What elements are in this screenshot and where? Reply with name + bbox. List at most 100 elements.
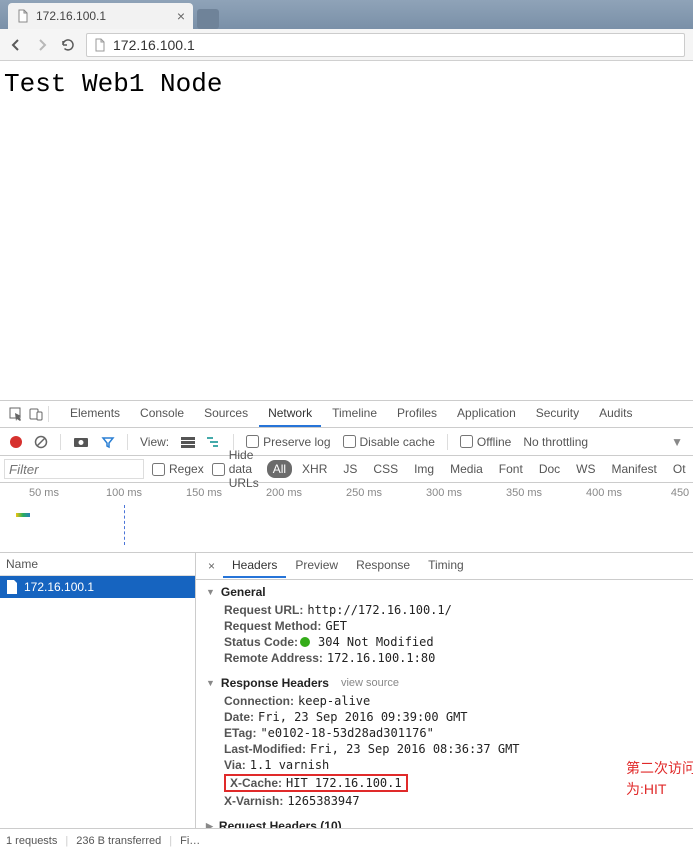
response-headers-section: ▼ Response Headers view source Connectio… — [196, 671, 693, 814]
timeline-bar — [16, 513, 30, 517]
address-bar: 172.16.100.1 — [0, 29, 693, 61]
devtools-tab-elements[interactable]: Elements — [61, 401, 129, 427]
page-text: Test Web1 Node — [4, 69, 222, 99]
close-tab-icon[interactable]: × — [177, 8, 185, 24]
back-button[interactable] — [8, 37, 24, 53]
view-label: View: — [140, 435, 169, 449]
filter-type-js[interactable]: JS — [337, 460, 363, 478]
reload-button[interactable] — [60, 37, 76, 53]
separator — [127, 434, 128, 450]
header-row: Last-Modified: Fri, 23 Sep 2016 08:36:37… — [206, 741, 685, 757]
request-detail-pane: × HeadersPreviewResponseTiming ▼ General… — [196, 553, 693, 828]
devtools-status-bar: 1 requests | 236 B transferred | Fi… — [0, 828, 693, 853]
status-finish: Fi… — [180, 835, 200, 847]
devtools-tab-profiles[interactable]: Profiles — [388, 401, 446, 427]
page-icon — [93, 38, 107, 52]
detail-tab-response[interactable]: Response — [347, 554, 419, 578]
regex-checkbox[interactable]: Regex — [152, 462, 204, 476]
devtools-tabbar: ElementsConsoleSourcesNetworkTimelinePro… — [0, 401, 693, 428]
status-requests: 1 requests — [6, 835, 57, 847]
record-button[interactable] — [10, 436, 22, 448]
dropdown-arrow-icon[interactable]: ▼ — [671, 435, 683, 449]
filter-type-xhr[interactable]: XHR — [296, 460, 333, 478]
tab-title: 172.16.100.1 — [36, 9, 106, 23]
devtools-tab-network[interactable]: Network — [259, 401, 321, 427]
page-body: Test Web1 Node — [0, 61, 693, 400]
timeline-tick: 450 — [671, 487, 689, 499]
collapse-icon: ▼ — [206, 678, 215, 688]
detail-tab-preview[interactable]: Preview — [286, 554, 347, 578]
header-row: X-Cache: HIT 172.16.100.1 — [206, 773, 685, 793]
request-name: 172.16.100.1 — [24, 580, 94, 594]
status-transferred: 236 B transferred — [76, 835, 161, 847]
request-row[interactable]: 172.16.100.1 — [0, 576, 195, 598]
inspect-element-icon[interactable] — [8, 406, 24, 422]
device-toggle-icon[interactable] — [28, 406, 44, 422]
filter-type-css[interactable]: CSS — [367, 460, 404, 478]
filter-type-font[interactable]: Font — [493, 460, 529, 478]
expand-icon: ▶ — [206, 821, 213, 829]
detail-tab-timing[interactable]: Timing — [419, 554, 473, 578]
forward-button[interactable] — [34, 37, 50, 53]
network-timeline[interactable]: 50 ms100 ms150 ms200 ms250 ms300 ms350 m… — [0, 483, 693, 553]
large-rows-icon[interactable] — [181, 436, 195, 448]
timeline-tick: 200 ms — [266, 487, 302, 499]
capture-screenshots-icon[interactable] — [73, 436, 89, 448]
header-row: Date: Fri, 23 Sep 2016 09:39:00 GMT — [206, 709, 685, 725]
devtools-panel: ElementsConsoleSourcesNetworkTimelinePro… — [0, 400, 693, 853]
network-toolbar: View: Preserve log Disable cache Offline… — [0, 428, 693, 456]
header-row: Via: 1.1 varnish — [206, 757, 685, 773]
filter-type-media[interactable]: Media — [444, 460, 489, 478]
waterfall-icon[interactable] — [207, 436, 221, 448]
network-filter-bar: Regex Hide data URLs AllXHRJSCSSImgMedia… — [0, 456, 693, 483]
header-row: ETag: "e0102-18-53d28ad301176" — [206, 725, 685, 741]
devtools-tab-console[interactable]: Console — [131, 401, 193, 427]
filter-type-ws[interactable]: WS — [570, 460, 601, 478]
devtools-tab-timeline[interactable]: Timeline — [323, 401, 386, 427]
devtools-tab-sources[interactable]: Sources — [195, 401, 257, 427]
url-input[interactable]: 172.16.100.1 — [86, 33, 685, 57]
filter-type-ot[interactable]: Ot — [667, 460, 692, 478]
request-headers-header[interactable]: ▶ Request Headers (10) — [206, 819, 685, 828]
devtools-tab-security[interactable]: Security — [527, 401, 588, 427]
view-source-link[interactable]: view source — [341, 677, 399, 689]
timeline-tick: 300 ms — [426, 487, 462, 499]
timeline-load-line — [124, 505, 125, 545]
file-icon — [6, 580, 18, 594]
new-tab-button[interactable] — [197, 9, 219, 29]
filter-type-img[interactable]: Img — [408, 460, 440, 478]
filter-type-all[interactable]: All — [267, 460, 292, 478]
header-row: Connection: keep-alive — [206, 693, 685, 709]
timeline-tick: 250 ms — [346, 487, 382, 499]
devtools-tab-audits[interactable]: Audits — [590, 401, 641, 427]
timeline-tick: 400 ms — [586, 487, 622, 499]
filter-toggle-icon[interactable] — [101, 435, 115, 449]
disable-cache-checkbox[interactable]: Disable cache — [343, 435, 435, 449]
separator — [60, 434, 61, 450]
filter-input[interactable] — [4, 459, 144, 479]
request-list-header[interactable]: Name — [0, 553, 195, 576]
close-detail-icon[interactable]: × — [202, 559, 221, 573]
request-list: Name 172.16.100.1 — [0, 553, 196, 828]
offline-checkbox[interactable]: Offline — [460, 435, 511, 449]
general-header[interactable]: ▼ General — [206, 585, 685, 599]
page-icon — [16, 9, 30, 23]
response-headers-header[interactable]: ▼ Response Headers view source — [206, 676, 685, 690]
devtools-tab-application[interactable]: Application — [448, 401, 525, 427]
browser-tab[interactable]: 172.16.100.1 × — [8, 3, 193, 29]
throttling-dropdown[interactable]: No throttling — [523, 435, 588, 449]
preserve-log-checkbox[interactable]: Preserve log — [246, 435, 330, 449]
filter-type-manifest[interactable]: Manifest — [606, 460, 663, 478]
timeline-tick: 100 ms — [106, 487, 142, 499]
timeline-tick: 50 ms — [29, 487, 59, 499]
url-text: 172.16.100.1 — [113, 37, 195, 53]
request-headers-section: ▶ Request Headers (10) — [196, 814, 693, 828]
timeline-tick: 150 ms — [186, 487, 222, 499]
annotation-text: 第二次访问命中缓存，显示自定义信息为:HIT — [626, 758, 693, 800]
filter-type-doc[interactable]: Doc — [533, 460, 566, 478]
clear-button[interactable] — [34, 435, 48, 449]
detail-tab-headers[interactable]: Headers — [223, 554, 286, 578]
general-section: ▼ General Request URL:http://172.16.100.… — [196, 580, 693, 671]
header-row: X-Varnish: 1265383947 — [206, 793, 685, 809]
separator — [447, 434, 448, 450]
